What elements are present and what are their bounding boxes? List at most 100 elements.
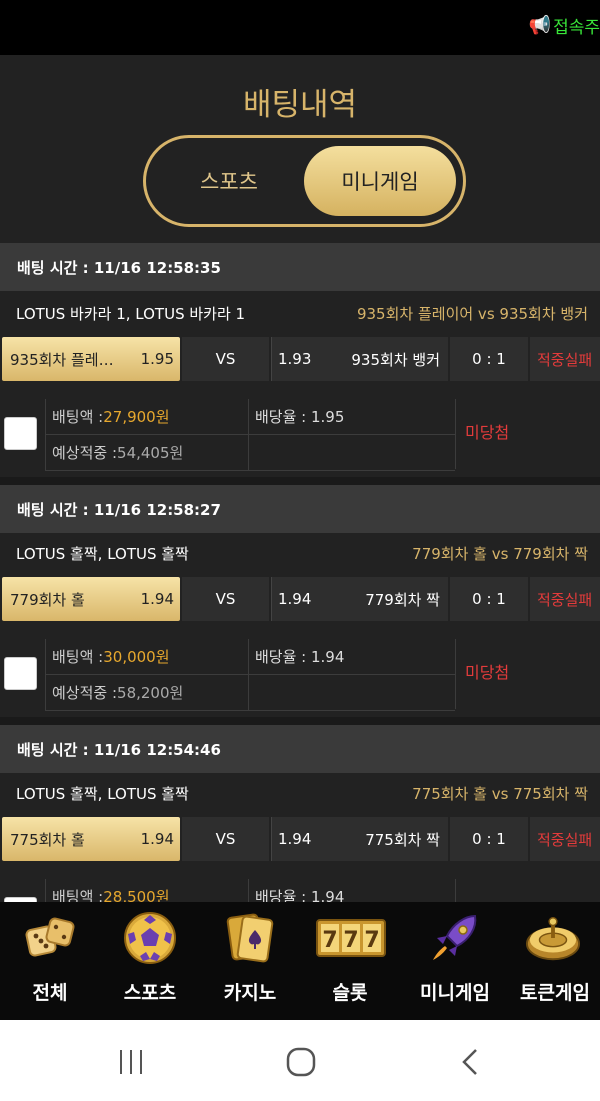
bet-time-header: 배팅 시간 : 11/16 12:58:35 [0,243,600,291]
home-pick[interactable]: 779회차 홀 1.94 [2,577,180,621]
expected-cell: 예상적중 : 58,200원 [45,675,248,711]
expected-label: 예상적중 : [52,684,118,702]
vs-label: VS [182,337,269,381]
nav-minigame[interactable]: 미니게임 [405,908,505,1014]
top-notice-bar: 📢 접속주 [0,0,600,55]
bet-detail: 배팅액 : 30,000원 예상적중 : 58,200원 배당율 : 1.94 … [0,635,600,715]
away-odds: 1.94 [278,830,312,848]
nav-sports[interactable]: 스포츠 [100,908,200,1014]
bet-detail: 배팅액 : 27,900원 예상적중 : 54,405원 배당율 : 1.95 … [0,395,600,475]
game-name: LOTUS 바카라 1, LOTUS 바카라 1 [16,304,246,323]
odds-value: 배당율 : 1.94 [255,888,345,902]
divider [455,879,456,902]
result-status: 적중실패 [530,577,600,621]
odds-value: 배당율 : 1.94 [255,648,345,666]
cards-icon [222,910,278,966]
svg-text:7: 7 [343,928,358,953]
home-odds: 1.95 [140,350,174,368]
game-line: LOTUS 홀짝, LOTUS 홀짝 775회차 홀 vs 775회차 짝 [0,773,600,813]
roulette-icon [525,910,581,966]
bet-amount-cell: 배팅액 : 27,900원 [45,399,248,435]
away-pick[interactable]: 1.93 935회차 뱅커 [271,337,448,381]
tab-minigame[interactable]: 미니게임 [304,146,456,216]
home-odds: 1.94 [140,830,174,848]
tab-sports[interactable]: 스포츠 [154,146,304,216]
bet-pick-row: 775회차 홀 1.94 VS 1.94 775회차 짝 0 : 1 적중실패 [0,815,600,861]
away-pick[interactable]: 1.94 779회차 짝 [271,577,448,621]
divider [455,639,456,709]
bottom-nav: 전체 스포츠 카지노 7 7 7 슬롯 미니게임 토큰게임 [0,902,600,1020]
betting-history-panel: 배팅내역 스포츠 미니게임 배팅 시간 : 11/16 12:58:35 LOT… [0,55,600,902]
home-icon[interactable] [271,1042,331,1082]
nav-token-game[interactable]: 토큰게임 [505,908,600,1014]
category-tabs: 스포츠 미니게임 [143,135,466,227]
bet-amount-cell: 배팅액 : 28,500원 [45,879,248,902]
away-pick[interactable]: 1.94 775회차 짝 [271,817,448,861]
android-navigation-bar [0,1020,600,1101]
bet-amount: 28,500원 [103,888,170,902]
odds-cell: 배당율 : 1.95 [248,399,455,435]
bet-detail: 배팅액 : 28,500원 배당율 : 1.94 [0,875,600,902]
bet-amount-label: 배팅액 : [52,888,104,902]
score: 0 : 1 [450,337,528,381]
svg-text:7: 7 [364,928,379,953]
away-label: 935회차 뱅커 [351,350,440,369]
bet-time-header: 배팅 시간 : 11/16 12:54:46 [0,725,600,773]
expected-label: 예상적중 : [52,444,118,462]
bet-amount-label: 배팅액 : [52,408,104,426]
home-pick[interactable]: 935회차 플레이어 1.95 [2,337,180,381]
nav-slot[interactable]: 7 7 7 슬롯 [300,908,400,1014]
svg-text:7: 7 [322,928,337,953]
away-label: 779회차 짝 [365,590,440,609]
home-label: 779회차 홀 [10,590,85,609]
nav-label: 카지노 [223,982,277,1004]
nav-label: 미니게임 [420,982,490,1004]
win-status: 미당첨 [465,423,510,442]
nav-label: 스포츠 [123,982,177,1004]
game-name: LOTUS 홀짝, LOTUS 홀짝 [16,544,189,563]
home-odds: 1.94 [140,590,174,608]
expected-cell: 예상적중 : 54,405원 [45,435,248,471]
game-line: LOTUS 홀짝, LOTUS 홀짝 779회차 홀 vs 779회차 짝 [0,533,600,573]
home-pick[interactable]: 775회차 홀 1.94 [2,817,180,861]
bet-pick-row: 779회차 홀 1.94 VS 1.94 779회차 짝 0 : 1 적중실패 [0,575,600,621]
back-icon[interactable] [441,1042,501,1082]
result-status: 적중실패 [530,817,600,861]
odds-cell: 배당율 : 1.94 [248,879,455,902]
notice-text: 접속주 [553,17,600,38]
away-odds: 1.93 [278,350,312,368]
bet-amount: 27,900원 [103,408,170,426]
matchup: 935회차 플레이어 vs 935회차 뱅커 [356,304,588,323]
win-status: 미당첨 [465,663,510,682]
matchup: 779회차 홀 vs 779회차 짝 [412,544,588,563]
megaphone-icon: 📢 [528,14,552,36]
nav-label: 토큰게임 [520,982,590,1004]
bet-time-header: 배팅 시간 : 11/16 12:58:27 [0,485,600,533]
result-status: 적중실패 [530,337,600,381]
page-title: 배팅내역 [242,87,358,123]
recent-apps-icon[interactable] [101,1042,161,1082]
nav-label: 슬롯 [332,982,368,1004]
vs-label: VS [182,577,269,621]
select-checkbox[interactable] [4,417,37,450]
notice-marquee: 📢 접속주 [529,10,600,40]
dice-icon [22,910,78,966]
game-line: LOTUS 바카라 1, LOTUS 바카라 1 935회차 플레이어 vs 9… [0,293,600,333]
slot-777-icon: 7 7 7 [316,910,386,966]
vs-label: VS [182,817,269,861]
nav-all[interactable]: 전체 [0,908,100,1014]
soccer-ball-icon [122,910,178,966]
home-label: 935회차 플레이어 [10,350,120,369]
home-label: 775회차 홀 [10,830,85,849]
bet-amount: 30,000원 [103,648,170,666]
away-odds: 1.94 [278,590,312,608]
game-name: LOTUS 홀짝, LOTUS 홀짝 [16,784,189,803]
select-checkbox[interactable] [4,657,37,690]
expected-amount: 58,200원 [117,684,184,702]
nav-casino[interactable]: 카지노 [200,908,300,1014]
bet-amount-label: 배팅액 : [52,648,104,666]
empty-cell [248,435,455,471]
score: 0 : 1 [450,817,528,861]
bet-amount-cell: 배팅액 : 30,000원 [45,639,248,675]
nav-label: 전체 [32,982,68,1004]
